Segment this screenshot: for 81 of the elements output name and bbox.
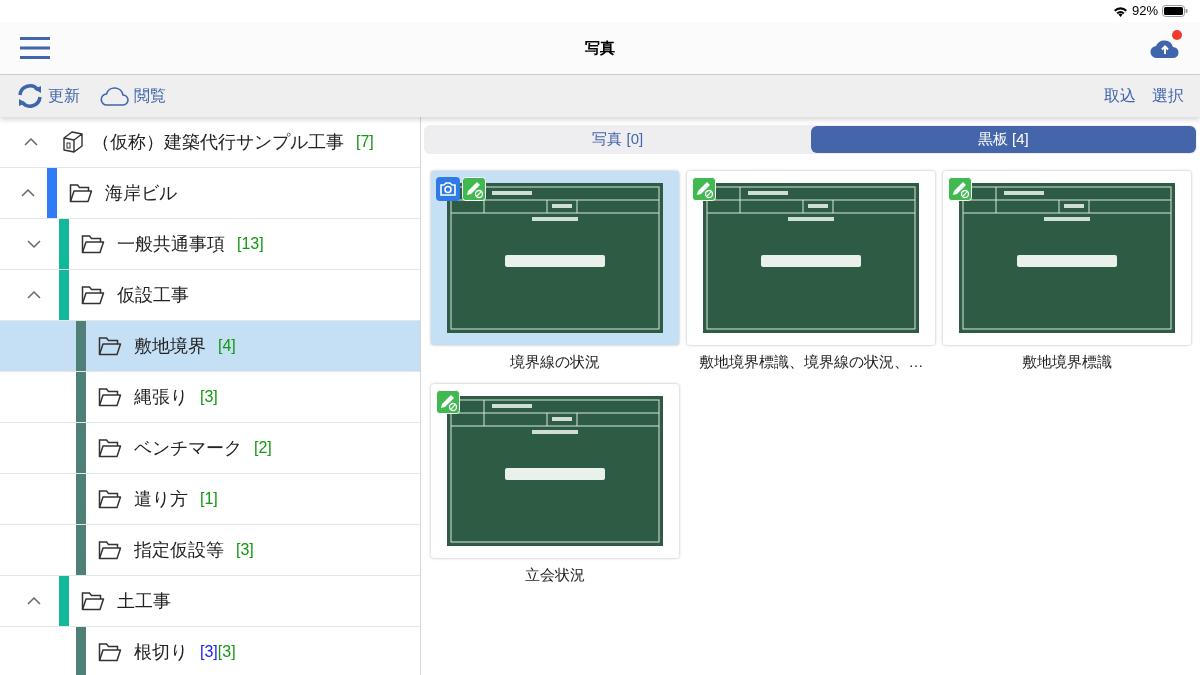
count-label: [13] (237, 234, 264, 254)
tree-item[interactable]: 指定仮設等 [3] (0, 525, 420, 576)
count-label: [7] (356, 132, 374, 152)
count-label: [3] (236, 540, 254, 560)
level-bar (59, 270, 69, 320)
cloud-icon (100, 86, 130, 106)
pencil-icon (462, 177, 486, 201)
tree-item[interactable]: 縄張り [3] (0, 372, 420, 423)
tree-label: 土工事 (117, 589, 171, 613)
count-label: [3] (217, 642, 236, 662)
blackboard-card[interactable] (687, 171, 935, 345)
tree-label: 指定仮設等 (134, 538, 224, 562)
page-title: 写真 (585, 37, 615, 58)
collapse-chevron-icon[interactable] (26, 290, 41, 300)
level-bar (47, 168, 57, 218)
count-label: [4] (218, 336, 236, 356)
expand-chevron-icon[interactable] (26, 239, 41, 249)
tree-label: （仮称）建築代行サンプル工事 (92, 130, 344, 154)
level-bar (59, 576, 69, 626)
folder-icon (98, 540, 122, 560)
tree-label: 仮設工事 (117, 283, 189, 307)
folder-icon (98, 642, 122, 662)
level-bar (76, 372, 86, 422)
collapse-chevron-icon[interactable] (24, 137, 38, 147)
tree-label: 敷地境界 (134, 334, 206, 358)
tree-item[interactable]: 遣り方 [1] (0, 474, 420, 525)
wifi-icon (1112, 5, 1128, 17)
tree-item[interactable]: ベンチマーク [2] (0, 423, 420, 474)
blackboard-card[interactable] (431, 383, 679, 558)
level-bar (76, 525, 86, 575)
folder-icon (98, 489, 122, 509)
import-button[interactable]: 取込 (1104, 84, 1136, 108)
folder-icon (81, 285, 105, 305)
tree-item[interactable]: 海岸ビル (0, 168, 420, 219)
blackboard-card[interactable] (943, 171, 1191, 345)
battery-icon (1162, 5, 1188, 17)
tree-label: 遣り方 (134, 487, 188, 511)
browse-button[interactable]: 閲覧 (100, 84, 166, 108)
folder-icon (69, 183, 93, 203)
cloud-upload-icon[interactable] (1150, 38, 1180, 58)
level-bar (76, 474, 86, 524)
count-label: [1] (200, 489, 218, 509)
pencil-icon (948, 177, 972, 201)
folder-icon (98, 336, 122, 356)
tree-label: 縄張り (134, 385, 188, 409)
tree-item[interactable]: 仮設工事 (0, 270, 420, 321)
folder-icon (81, 234, 105, 254)
photo-caption: 敷地境界標識 (1022, 352, 1112, 372)
battery-percentage: 92% (1131, 2, 1158, 21)
tree-item[interactable]: 敷地境界 [4] (0, 321, 420, 372)
building-icon (62, 130, 84, 154)
tree-label: 一般共通事項 (117, 232, 225, 256)
count-label: [3] (200, 642, 218, 662)
count-label: [3] (200, 387, 218, 407)
count-label: [2] (254, 438, 272, 458)
refresh-icon (16, 83, 44, 109)
pencil-icon (436, 389, 460, 414)
folder-icon (98, 438, 122, 458)
collapse-chevron-icon[interactable] (20, 188, 35, 198)
folder-icon (98, 387, 122, 407)
photo-caption: 敷地境界標識、境界線の状況、… (698, 352, 924, 372)
segment-tab[interactable]: 黒板 [4] (810, 126, 1196, 153)
photo-caption: 境界線の状況 (510, 352, 600, 372)
tree-item[interactable]: 一般共通事項 [13] (0, 219, 420, 270)
tree-item[interactable]: 土工事 (0, 576, 420, 627)
refresh-button[interactable]: 更新 (16, 83, 80, 109)
pencil-icon (692, 177, 716, 201)
level-bar (76, 423, 86, 473)
level-bar (59, 219, 69, 269)
folder-icon (81, 591, 105, 611)
tree-label: 根切り (134, 640, 188, 664)
level-bar (76, 321, 86, 371)
menu-icon[interactable] (20, 36, 50, 60)
tree-label: 海岸ビル (105, 181, 177, 205)
blackboard-card[interactable] (431, 171, 679, 345)
level-bar (76, 627, 86, 675)
segment-tab[interactable]: 写真 [0] (425, 126, 811, 153)
select-button[interactable]: 選択 (1152, 84, 1184, 108)
collapse-chevron-icon[interactable] (26, 596, 41, 606)
tree-label: ベンチマーク (134, 436, 242, 460)
photo-caption: 立会状況 (525, 564, 585, 585)
